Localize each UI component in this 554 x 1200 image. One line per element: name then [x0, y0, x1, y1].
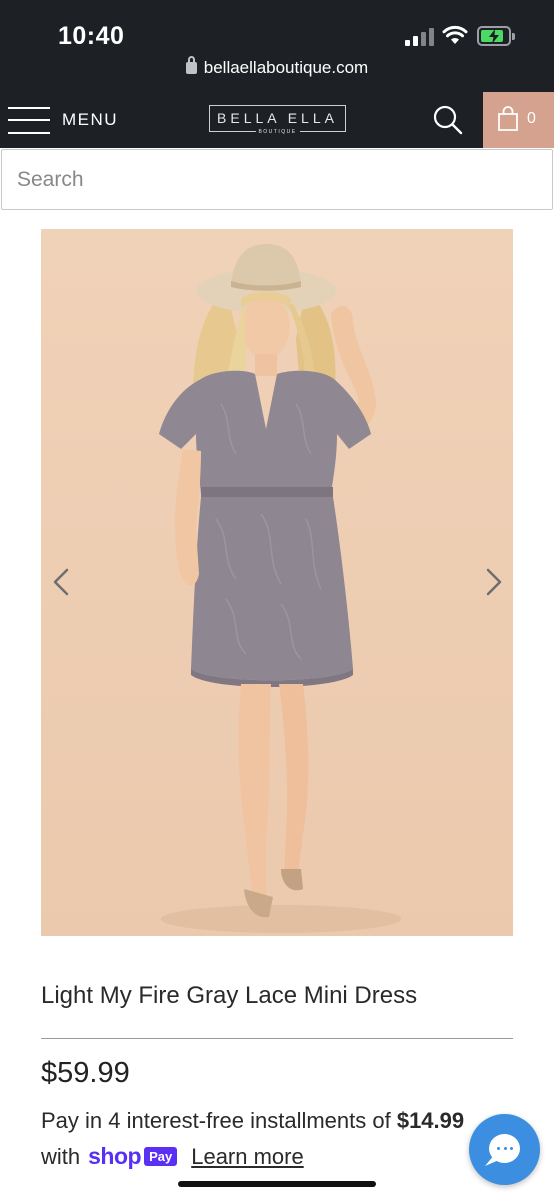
cart-button[interactable]: 0: [483, 92, 554, 148]
home-indicator: [178, 1181, 376, 1187]
shop-pay-logo: shop: [88, 1143, 142, 1169]
divider: [41, 1038, 513, 1039]
status-bar: 10:40 bellaellaboutique.com: [0, 0, 554, 92]
installment-amount: $14.99: [396, 1108, 465, 1133]
model-photo: [41, 229, 513, 936]
installments-prefix: Pay in 4 interest-free installments of: [41, 1108, 397, 1133]
logo[interactable]: BELLA ELLA BOUTIQUE: [209, 105, 346, 136]
learn-more-link[interactable]: Learn more: [191, 1144, 304, 1170]
hamburger-icon: [8, 105, 50, 135]
product-title: Light My Fire Gray Lace Mini Dress: [41, 982, 418, 1009]
search-bar: [0, 148, 554, 212]
product-price: $59.99: [41, 1057, 130, 1089]
address-bar[interactable]: bellaellaboutique.com: [0, 56, 554, 78]
logo-subtext: BOUTIQUE: [255, 128, 300, 136]
with-label: with: [41, 1143, 81, 1169]
product-image[interactable]: [41, 229, 513, 936]
pay-badge: Pay: [144, 1147, 178, 1166]
search-input[interactable]: [1, 149, 553, 210]
signal-icon: [405, 28, 435, 46]
url-text: bellaellaboutique.com: [203, 58, 369, 77]
lock-icon: [185, 56, 197, 74]
cart-count: 0: [527, 110, 536, 127]
chat-button[interactable]: [469, 1114, 540, 1185]
menu-button[interactable]: MENU: [8, 102, 118, 138]
status-time: 10:40: [58, 22, 125, 50]
battery-charging-icon: [477, 26, 515, 46]
chat-dots: [497, 1147, 513, 1151]
wifi-icon: [442, 25, 468, 44]
next-image-arrow[interactable]: [480, 562, 508, 602]
installments-text: Pay in 4 interest-free installments of $…: [41, 1108, 541, 1134]
shopping-bag-icon: [498, 106, 518, 131]
menu-label: MENU: [62, 110, 119, 129]
chat-tail: [485, 1154, 499, 1166]
previous-image-arrow[interactable]: [47, 562, 75, 602]
shop-pay-row: with shop Pay Learn more: [41, 1143, 304, 1170]
site-header: MENU BELLA ELLA BOUTIQUE 0: [0, 92, 554, 148]
search-icon[interactable]: [432, 104, 464, 136]
